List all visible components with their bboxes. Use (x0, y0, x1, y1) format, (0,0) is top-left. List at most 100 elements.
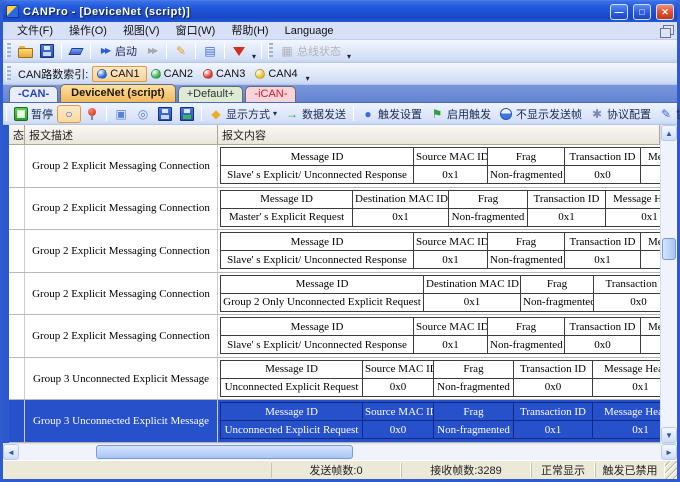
vertical-scroll-track[interactable] (661, 141, 677, 427)
column-header-state[interactable]: 态 (9, 125, 25, 144)
frame-field-header: Source MAC ID (414, 148, 488, 166)
can1-button[interactable]: CAN1 (92, 66, 146, 82)
stop-button[interactable]: ▶▶ (141, 43, 163, 59)
frame-field-header: Frag (434, 360, 514, 378)
find-button[interactable]: ◎ (132, 106, 154, 122)
close-button[interactable]: ✕ (656, 4, 674, 20)
export-button[interactable] (176, 106, 198, 122)
tab-0[interactable]: -CAN- (9, 86, 58, 102)
can3-button[interactable]: CAN3 (199, 67, 251, 81)
toolbar-grip[interactable] (6, 106, 7, 121)
can2-label: CAN2 (164, 68, 193, 80)
resize-grip[interactable] (665, 461, 677, 479)
toolbar-grip[interactable] (268, 43, 273, 58)
frame-field-header: Frag (488, 318, 565, 336)
toolbar-separator (106, 106, 107, 121)
trigger-setup-button[interactable]: ● 触发设置 (357, 105, 426, 123)
dropdown-arrow-icon: ▾ (273, 109, 277, 118)
frame-field-value: 0x1 (565, 251, 641, 269)
scroll-down-button[interactable]: ▼ (661, 427, 677, 443)
menu-operate[interactable]: 操作(O) (61, 22, 115, 40)
frame-field-header: Transaction ID (565, 148, 641, 166)
protocol-config-button[interactable]: ✱ 协议配置 (586, 105, 655, 123)
table-row[interactable]: Group 2 Explicit Messaging ConnectionMes… (9, 188, 660, 231)
display-mode-button[interactable]: ◆ 显示方式 ▾ (205, 105, 281, 123)
row-state-cell (9, 273, 25, 315)
table-header-row: 态 报文描述 报文内容 (9, 125, 660, 145)
data-send-button[interactable]: → 数据发送 (281, 105, 350, 123)
table-row[interactable]: Group 2 Explicit Messaging ConnectionMes… (9, 145, 660, 188)
frame-field-value: 0x0 (363, 378, 434, 396)
frame-detail-table: Message IDSource MAC IDFragTransaction I… (220, 317, 660, 354)
pause-button[interactable]: 暂停 (10, 105, 57, 123)
menu-help[interactable]: 帮助(H) (223, 22, 276, 40)
maximize-button[interactable]: □ (633, 4, 651, 20)
toolbar-grip[interactable] (6, 66, 11, 81)
bus-status-button[interactable]: ▦ 总线状态 (276, 42, 345, 60)
can3-status-icon (203, 69, 213, 79)
toolbar-overflow-chevron[interactable]: ▾ (304, 74, 312, 84)
title-bar[interactable]: CANPro - [DeviceNet (script)] — □ ✕ (3, 1, 677, 22)
open-button[interactable] (14, 43, 36, 59)
save-data-button[interactable] (154, 106, 176, 122)
horizontal-scrollbar[interactable]: ◄ ► (3, 443, 677, 460)
frame-field-header: Source MAC ID (414, 318, 488, 336)
menu-window[interactable]: 窗口(W) (168, 22, 224, 40)
table-row[interactable]: Group 3 Unconnected Explicit MessageMess… (9, 400, 660, 443)
minimize-button[interactable]: — (610, 4, 628, 20)
toolbar-separator (195, 43, 196, 58)
scroll-left-button[interactable]: ◄ (3, 444, 19, 460)
toolbar-overflow-chevron[interactable]: ▾ (345, 52, 353, 62)
settings-button[interactable]: ✎ (170, 43, 192, 59)
enable-trigger-label: 启用触发 (447, 106, 491, 122)
frame-field-value: Non-fragmented (434, 421, 514, 439)
column-header-description[interactable]: 报文描述 (25, 125, 218, 144)
vertical-scrollbar[interactable]: ▲ ▼ (660, 125, 677, 443)
horizontal-scroll-thumb[interactable] (96, 445, 353, 459)
frame-field-header: Message ID (221, 360, 363, 378)
send-arrow-icon: → (285, 107, 299, 121)
start-button[interactable]: ▶▶ 启动 (94, 42, 141, 60)
table-row[interactable]: Group 2 Explicit Messaging ConnectionMes… (9, 230, 660, 273)
can-index-toolbar: CAN路数索引: CAN1 CAN2 CAN3 CAN4 ▾ (3, 63, 677, 85)
vertical-scroll-thumb[interactable] (662, 238, 676, 260)
enable-trigger-button[interactable]: ⚑ 启用触发 (426, 105, 495, 123)
filter-button[interactable] (228, 43, 250, 59)
can2-status-icon (151, 69, 161, 79)
table-row[interactable]: Group 2 Explicit Messaging ConnectionMes… (9, 273, 660, 316)
app-icon (6, 5, 19, 18)
marker-button[interactable] (81, 106, 103, 122)
frame-field-header: Message ID (221, 275, 424, 293)
horizontal-scroll-track[interactable] (19, 444, 661, 460)
frame-field-header: Frag (434, 403, 514, 421)
hide-sent-frames-button[interactable]: 不显示发送帧 (495, 105, 586, 123)
mdi-restore-icon[interactable] (660, 25, 674, 37)
drop-icon: ● (361, 107, 375, 121)
protocol-manage-button[interactable]: ✎ 协议管理 (655, 105, 680, 123)
ring-toggle-button[interactable]: ○ (57, 105, 81, 123)
can2-button[interactable]: CAN2 (147, 67, 199, 81)
clear-button[interactable] (65, 43, 87, 59)
scroll-up-button[interactable]: ▲ (661, 125, 677, 141)
can4-button[interactable]: CAN4 (251, 67, 303, 81)
layers-button[interactable]: ▤ (199, 43, 221, 59)
menu-view[interactable]: 视图(V) (115, 22, 168, 40)
frame-field-header: Frag (488, 233, 565, 251)
menu-file[interactable]: 文件(F) (9, 22, 61, 40)
tab-1[interactable]: DeviceNet (script) (60, 84, 176, 102)
table-row[interactable]: Group 2 Explicit Messaging ConnectionMes… (9, 315, 660, 358)
column-header-content[interactable]: 报文内容 (218, 125, 660, 144)
frame-field-value: 0x1 (606, 208, 661, 226)
scroll-right-button[interactable]: ► (661, 444, 677, 460)
table-row[interactable]: Group 3 Unconnected Explicit MessageMess… (9, 358, 660, 401)
copy-button[interactable]: ▣ (110, 106, 132, 122)
save-button[interactable] (36, 43, 58, 59)
toolbar-grip[interactable] (6, 43, 11, 58)
frame-field-value: Unconnected Explicit Request (221, 421, 363, 439)
toolbar-overflow-chevron[interactable]: ▾ (250, 52, 258, 62)
row-content: Message IDDestination MAC IDFragTransact… (218, 273, 660, 315)
tab-2[interactable]: +Default+ (178, 86, 244, 102)
menu-language[interactable]: Language (277, 22, 342, 40)
tab-3[interactable]: -iCAN- (245, 86, 296, 102)
status-received-frames: 接收帧数:3289 (401, 463, 531, 478)
